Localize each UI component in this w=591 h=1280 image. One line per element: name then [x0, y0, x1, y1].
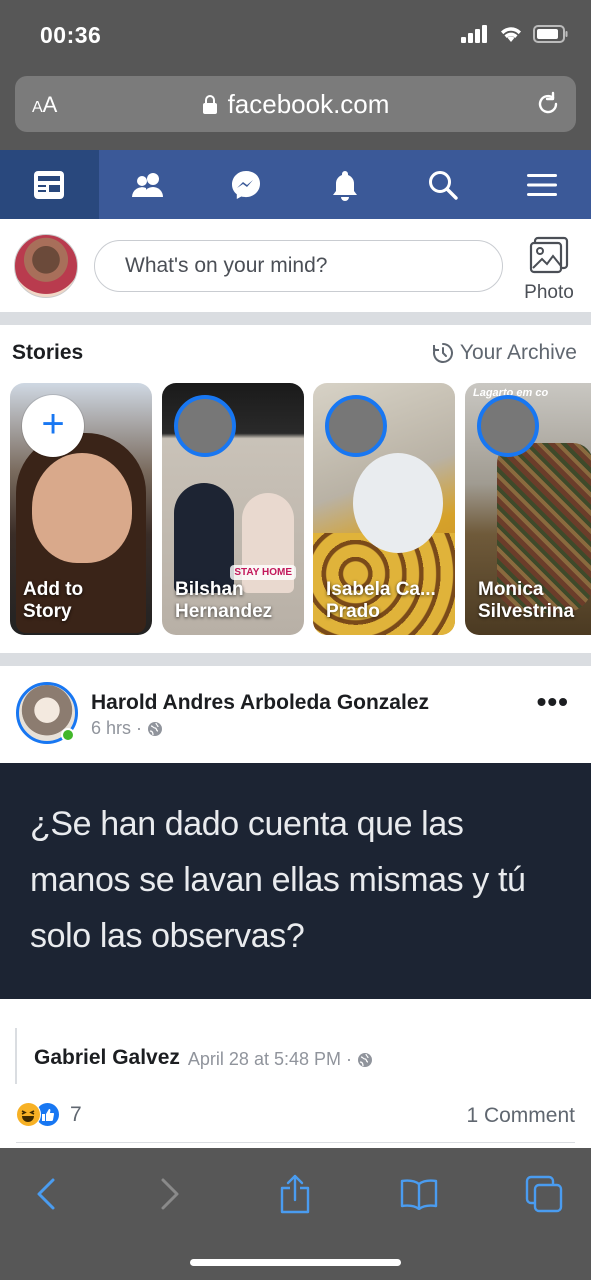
back-button[interactable]	[24, 1172, 68, 1216]
messenger-icon	[232, 170, 261, 199]
stay-home-badge: STAY HOME	[230, 565, 296, 580]
url-text: facebook.com	[227, 89, 390, 119]
status-input[interactable]: What's on your mind?	[94, 240, 503, 292]
post-author-name[interactable]: Harold Andres Arboleda Gonzalez	[91, 691, 429, 715]
reload-icon[interactable]	[534, 90, 562, 118]
tab-friends[interactable]	[99, 150, 198, 219]
story-avatar	[325, 395, 387, 457]
share-button[interactable]	[273, 1172, 317, 1216]
post-more-options-button[interactable]: •••	[537, 688, 569, 716]
story-bilshan[interactable]: STAY HOME Bilshan Hernandez	[162, 383, 304, 635]
wifi-icon	[501, 27, 521, 42]
post-meta: 6 hrs ·	[91, 718, 163, 739]
photo-button[interactable]: Photo	[520, 236, 578, 304]
address-bar[interactable]: AA facebook.com	[15, 76, 576, 132]
reactions-summary[interactable]: 7	[16, 1102, 82, 1127]
globe-icon	[148, 721, 163, 736]
haha-reaction-icon	[16, 1102, 41, 1127]
cellular-signal-icon	[461, 25, 487, 43]
tab-messenger[interactable]	[197, 150, 296, 219]
photo-label: Photo	[524, 282, 574, 303]
comments-count-link[interactable]: 1 Comment	[466, 1104, 575, 1128]
shared-original-post[interactable]: Gabriel Galvez April 28 at 5:48 PM ·	[15, 1028, 373, 1084]
online-status-dot	[61, 728, 75, 742]
feed-post: Harold Andres Arboleda Gonzalez 6 hrs · …	[0, 666, 591, 1150]
photo-icon	[529, 236, 569, 274]
share-icon	[280, 1174, 310, 1214]
shared-author-name[interactable]: Gabriel Galvez	[34, 1046, 180, 1070]
browser-address-area: AA facebook.com	[0, 75, 591, 150]
bookmarks-button[interactable]	[397, 1172, 441, 1216]
stories-title: Stories	[12, 341, 84, 364]
friends-icon	[131, 172, 163, 197]
lock-icon	[202, 94, 217, 114]
composer: What's on your mind? Photo	[0, 219, 591, 312]
your-archive-link[interactable]: Your Archive	[432, 341, 577, 365]
shared-date: April 28 at 5:48 PM ·	[188, 1049, 373, 1070]
story-label: Bilshan Hernandez	[175, 579, 273, 622]
news-feed-icon	[34, 170, 65, 199]
story-monica[interactable]: Lagarto em co Monica Silvestrina	[465, 383, 591, 635]
tab-news-feed[interactable]	[0, 150, 99, 219]
search-icon	[429, 170, 458, 200]
story-label: Monica Silvestrina	[478, 579, 575, 622]
status-time: 00:36	[40, 22, 102, 48]
story-add[interactable]: + Add to Story	[10, 383, 152, 635]
tab-menu[interactable]	[493, 150, 591, 219]
tabs-button[interactable]	[522, 1172, 566, 1216]
status-bar: 00:36	[0, 0, 591, 75]
post-time[interactable]: 6 hrs	[91, 718, 131, 739]
chevron-left-icon	[37, 1178, 55, 1210]
bell-icon	[332, 170, 357, 201]
tab-notifications[interactable]	[296, 150, 395, 219]
book-icon	[400, 1179, 438, 1210]
fb-top-nav	[0, 150, 591, 219]
tab-search[interactable]	[394, 150, 493, 219]
forward-button[interactable]	[148, 1172, 192, 1216]
story-label: Isabela Ca... Prado	[326, 579, 436, 622]
home-indicator	[190, 1259, 401, 1266]
story-avatar	[477, 395, 539, 457]
url-display[interactable]: facebook.com	[15, 89, 576, 120]
story-avatar	[174, 395, 236, 457]
tabs-icon	[525, 1175, 563, 1213]
story-isabela[interactable]: Isabela Ca... Prado	[313, 383, 455, 635]
story-label: Add to Story	[23, 579, 84, 622]
chevron-right-icon	[161, 1178, 179, 1210]
globe-icon	[358, 1052, 372, 1067]
reaction-count: 7	[70, 1102, 82, 1126]
hamburger-menu-icon	[526, 173, 557, 196]
add-story-plus-icon[interactable]: +	[22, 395, 84, 457]
stories-section: Stories Your Archive + Add to Story STAY …	[0, 325, 591, 653]
post-text-card: ¿Se han dado cuenta que las manos se lav…	[0, 763, 591, 999]
battery-icon	[533, 25, 568, 43]
divider	[16, 1142, 575, 1143]
avatar[interactable]	[14, 234, 78, 298]
status-icons	[461, 25, 569, 43]
archive-clock-icon	[432, 343, 453, 363]
